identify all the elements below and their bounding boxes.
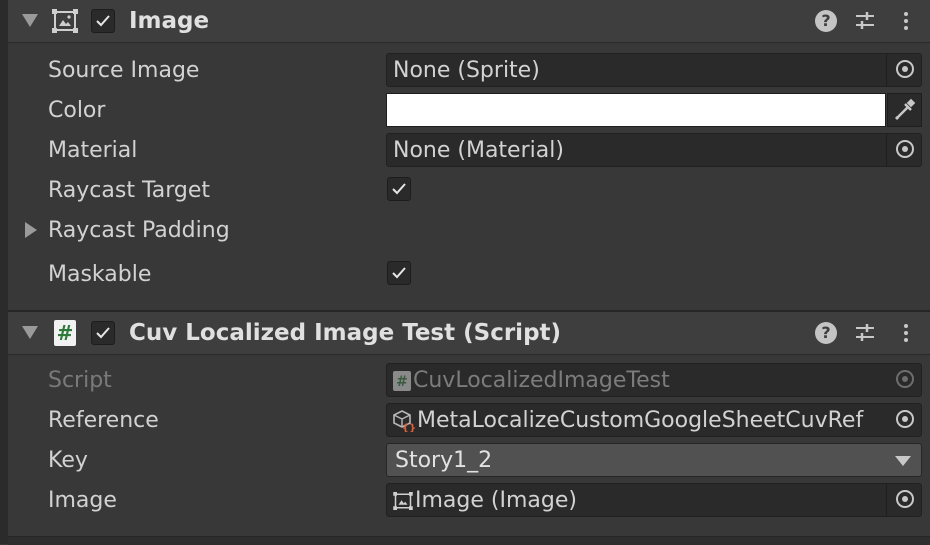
script-component-title: Cuv Localized Image Test (Script) <box>129 320 562 346</box>
more-options-icon[interactable] <box>895 10 917 32</box>
inspector-panel: Image ? Source Image None (Sprite) Color… <box>0 0 930 545</box>
reference-label: Reference <box>48 408 159 433</box>
eyedropper-icon <box>894 98 916 121</box>
scriptable-object-icon: {} <box>393 410 415 432</box>
eyedropper-button[interactable] <box>887 93 922 127</box>
material-value: None (Material) <box>393 138 564 163</box>
svg-text:#: # <box>396 374 408 390</box>
checkmark-icon <box>392 267 406 279</box>
script-enabled-checkbox[interactable] <box>91 321 115 345</box>
checkmark-icon <box>96 15 110 27</box>
raycast-target-checkbox[interactable] <box>387 177 411 201</box>
maskable-checkbox[interactable] <box>387 261 411 285</box>
reference-field[interactable]: {} MetaLocalizeCustomGoogleSheetCuvRef <box>386 403 922 437</box>
object-picker-icon[interactable] <box>896 410 914 428</box>
raycast-target-label: Raycast Target <box>48 178 211 203</box>
script-component-icon: # <box>54 320 76 346</box>
object-picker-icon[interactable] <box>896 140 914 158</box>
object-picker-icon <box>896 370 914 388</box>
image-component-title: Image <box>129 8 210 34</box>
checkmark-icon <box>96 327 110 339</box>
reference-value-wrap: {} MetaLocalizeCustomGoogleSheetCuvRef <box>393 408 883 433</box>
panel-left-border <box>0 0 8 544</box>
image-enabled-checkbox[interactable] <box>91 9 115 33</box>
color-field[interactable] <box>386 93 886 127</box>
script-component-header[interactable]: # Cuv Localized Image Test (Script) ? <box>8 310 930 355</box>
image-component-icon <box>52 9 78 33</box>
foldout-expanded-icon[interactable] <box>22 14 38 27</box>
raycast-padding-label[interactable]: Raycast Padding <box>48 218 230 243</box>
object-picker-icon[interactable] <box>896 60 914 78</box>
checkmark-icon <box>392 183 406 195</box>
help-icon[interactable]: ? <box>815 10 837 32</box>
material-field[interactable]: None (Material) <box>386 133 922 167</box>
more-options-icon[interactable] <box>895 322 917 344</box>
image-value: Image (Image) <box>415 488 577 513</box>
cs-script-icon: # <box>393 371 411 391</box>
object-picker-icon[interactable] <box>896 490 914 508</box>
material-label: Material <box>48 138 138 163</box>
preset-icon[interactable] <box>854 322 876 344</box>
key-label: Key <box>48 448 88 473</box>
key-value: Story1_2 <box>395 448 493 473</box>
color-label: Color <box>48 98 106 123</box>
foldout-collapsed-icon[interactable] <box>25 222 37 238</box>
source-image-field[interactable]: None (Sprite) <box>386 53 922 87</box>
script-value: CuvLocalizedImageTest <box>413 368 670 393</box>
foldout-expanded-icon[interactable] <box>22 326 38 339</box>
script-field: # CuvLocalizedImageTest <box>386 363 922 397</box>
reference-value: MetaLocalizeCustomGoogleSheetCuvRef <box>417 408 864 433</box>
key-dropdown[interactable]: Story1_2 <box>386 443 922 477</box>
svg-text:{}: {} <box>402 423 415 432</box>
image-component-icon <box>393 492 413 510</box>
source-image-label: Source Image <box>48 58 200 83</box>
help-icon[interactable]: ? <box>815 322 837 344</box>
image-reference-field[interactable]: Image (Image) <box>386 483 922 517</box>
image-value-wrap: Image (Image) <box>393 488 577 513</box>
script-value-wrap: # CuvLocalizedImageTest <box>393 368 670 393</box>
script-label: Script <box>48 368 112 393</box>
source-image-value: None (Sprite) <box>393 58 540 83</box>
image-field-label: Image <box>48 488 117 513</box>
chevron-down-icon <box>895 456 911 466</box>
image-component-header[interactable]: Image ? <box>8 0 930 43</box>
maskable-label: Maskable <box>48 262 152 287</box>
preset-icon[interactable] <box>854 10 876 32</box>
